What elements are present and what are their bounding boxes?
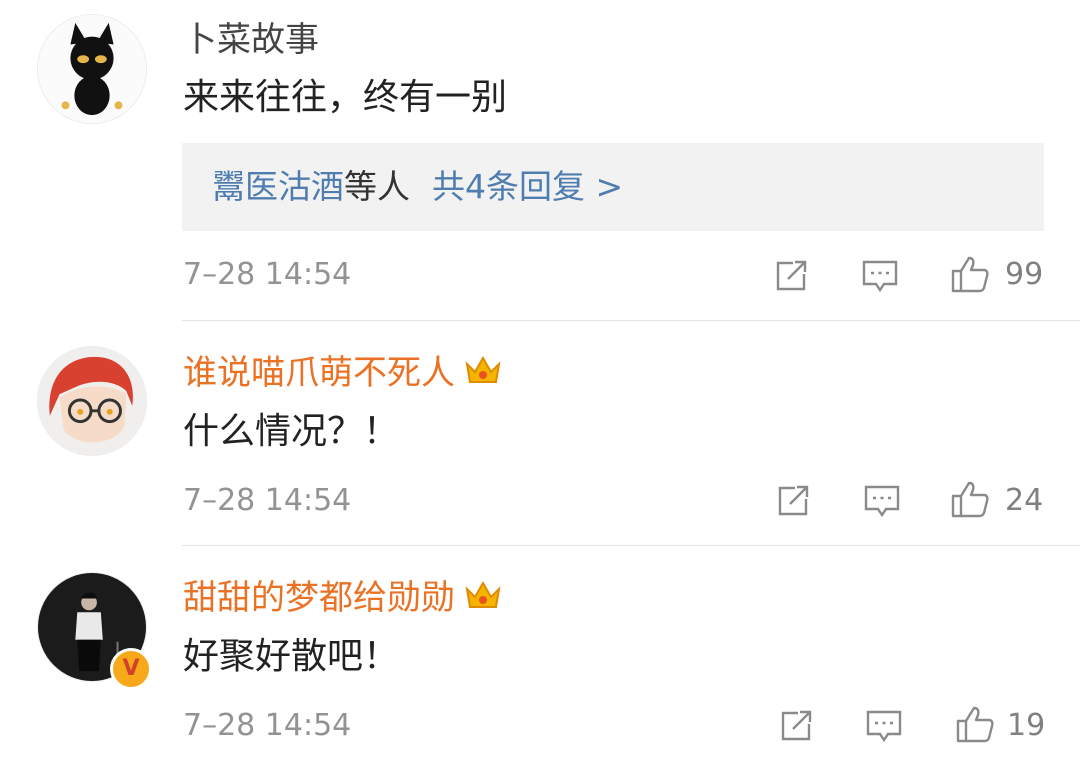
thumbs-up-icon[interactable] — [950, 479, 990, 519]
avatar[interactable] — [37, 14, 147, 124]
comment-item: 谁说喵爪萌不死人 什么情况？！ 7–28 14:54 24 — [0, 321, 1080, 545]
comment-icon[interactable] — [864, 706, 904, 746]
vip-crown-icon — [465, 580, 501, 608]
like-count: 19 — [1007, 708, 1046, 743]
username[interactable]: 谁说喵爪萌不死人 — [183, 352, 503, 393]
comment-icon[interactable] — [860, 256, 900, 296]
like-count: 24 — [1005, 483, 1044, 518]
thumbs-up-icon[interactable] — [950, 254, 990, 294]
share-icon[interactable] — [776, 706, 816, 746]
username-label[interactable]: 谁说喵爪萌不死人 — [183, 353, 455, 393]
comment-time: 7–28 14:54 — [183, 257, 352, 292]
comment-text: 好聚好散吧！ — [183, 636, 400, 677]
avatar[interactable] — [37, 346, 147, 456]
username[interactable]: 甜甜的梦都给勋勋 — [183, 577, 503, 618]
vip-crown-icon — [465, 355, 501, 383]
comment-icon[interactable] — [862, 481, 902, 521]
comment-item: V 甜甜的梦都给勋勋 好聚好散吧！ 7–28 14:54 19 — [0, 546, 1080, 759]
username[interactable]: 卜菜故事 — [183, 20, 319, 60]
username-label[interactable]: 甜甜的梦都给勋勋 — [183, 578, 455, 618]
comment-text: 来来往往，终有一别 — [183, 77, 508, 118]
reply-others-label: 等人 — [344, 167, 410, 206]
comment-time: 7–28 14:54 — [183, 483, 352, 518]
reply-count-link[interactable]: 共4条回复 > — [432, 167, 623, 206]
reply-summary[interactable]: 鬻医沽酒等人 共4条回复 > — [182, 143, 1044, 231]
share-icon[interactable] — [773, 481, 813, 521]
comment-item: 卜菜故事 来来往往，终有一别 鬻医沽酒等人 共4条回复 > 7–28 14:54 … — [0, 0, 1080, 320]
comment-time: 7–28 14:54 — [183, 708, 352, 743]
comment-text: 什么情况？！ — [183, 411, 400, 452]
like-count: 99 — [1005, 257, 1044, 292]
verified-badge: V — [110, 648, 152, 690]
reply-user-link[interactable]: 鬻医沽酒 — [212, 167, 344, 206]
thumbs-up-icon[interactable] — [955, 704, 995, 744]
share-icon[interactable] — [771, 256, 811, 296]
